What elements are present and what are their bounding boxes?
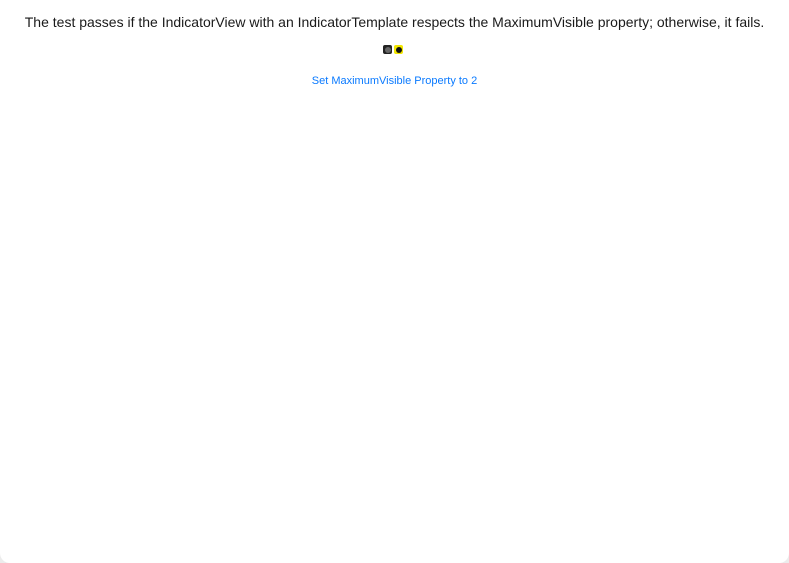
app-window: The test passes if the IndicatorView wit… bbox=[0, 0, 789, 563]
indicator-circle-icon bbox=[395, 46, 402, 53]
indicator-item-2-selected[interactable] bbox=[394, 45, 403, 54]
set-maximum-visible-button-container: Set MaximumVisible Property to 2 bbox=[0, 75, 789, 87]
indicator-circle-icon bbox=[384, 46, 391, 53]
indicator-item-1[interactable] bbox=[383, 45, 392, 54]
set-maximum-visible-button[interactable]: Set MaximumVisible Property to 2 bbox=[312, 75, 477, 87]
test-description: The test passes if the IndicatorView wit… bbox=[24, 14, 765, 30]
